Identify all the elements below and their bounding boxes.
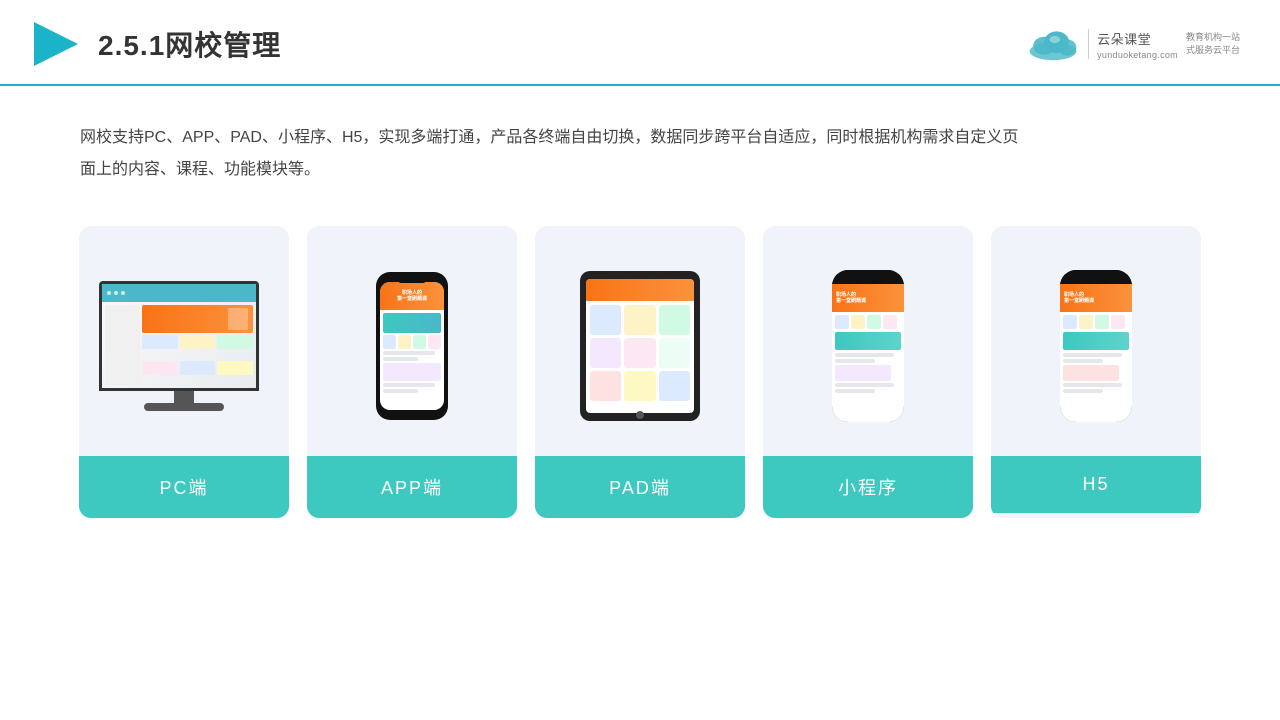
pc-monitor-icon <box>99 281 269 411</box>
card-pad: PAD端 <box>535 226 745 518</box>
card-app-label: APP端 <box>307 456 517 518</box>
card-pc-image <box>79 226 289 456</box>
card-miniprogram-image: 职场人的第一堂刷题课 <box>763 226 973 456</box>
card-pc-label: PC端 <box>79 456 289 518</box>
card-app: 职场人的第一堂刷题课 <box>307 226 517 518</box>
logo-divider <box>1088 29 1089 59</box>
logo-text-block: 云朵课堂 yunduoketang.com <box>1097 29 1178 60</box>
card-miniprogram: 职场人的第一堂刷题课 <box>763 226 973 518</box>
logo-main-name: 云朵课堂 <box>1097 29 1151 48</box>
card-pad-label: PAD端 <box>535 456 745 518</box>
app-phone-icon: 职场人的第一堂刷题课 <box>376 272 448 420</box>
cloud-logo-icon <box>1026 26 1080 62</box>
page-title: 2.5.1网校管理 <box>98 24 281 64</box>
miniprogram-phone-icon: 职场人的第一堂刷题课 <box>832 270 904 422</box>
header-left: 2.5.1网校管理 <box>30 18 281 70</box>
phone-notch <box>398 277 426 283</box>
logo-area: 云朵课堂 yunduoketang.com 教育机构一站 式服务云平台 <box>1026 26 1240 62</box>
header: 2.5.1网校管理 云朵课堂 yunduoketang.com 教育机构一站 式… <box>0 0 1280 86</box>
card-pad-image <box>535 226 745 456</box>
card-h5-image: 职场人的第一堂刷题课 <box>991 226 1201 456</box>
logo-tagline1: 教育机构一站 <box>1186 31 1240 44</box>
h5-phone-icon: 职场人的第一堂刷题课 <box>1060 270 1132 422</box>
play-icon <box>30 18 82 70</box>
description-text: 网校支持PC、APP、PAD、小程序、H5，实现多端打通，产品各终端自由切换，数… <box>0 86 1100 206</box>
cards-container: PC端 职场人的第一堂刷题课 <box>0 206 1280 538</box>
phone-screen: 职场人的第一堂刷题课 <box>380 282 444 410</box>
card-h5: 职场人的第一堂刷题课 <box>991 226 1201 518</box>
logo-url: yunduoketang.com <box>1097 50 1178 60</box>
card-h5-label: H5 <box>991 456 1201 513</box>
pad-tablet-icon <box>580 271 700 421</box>
card-miniprogram-label: 小程序 <box>763 456 973 518</box>
card-app-image: 职场人的第一堂刷题课 <box>307 226 517 456</box>
logo-slogan: 教育机构一站 式服务云平台 <box>1186 31 1240 56</box>
tablet-screen <box>586 279 694 413</box>
card-pc: PC端 <box>79 226 289 518</box>
logo-tagline2: 式服务云平台 <box>1186 44 1240 57</box>
